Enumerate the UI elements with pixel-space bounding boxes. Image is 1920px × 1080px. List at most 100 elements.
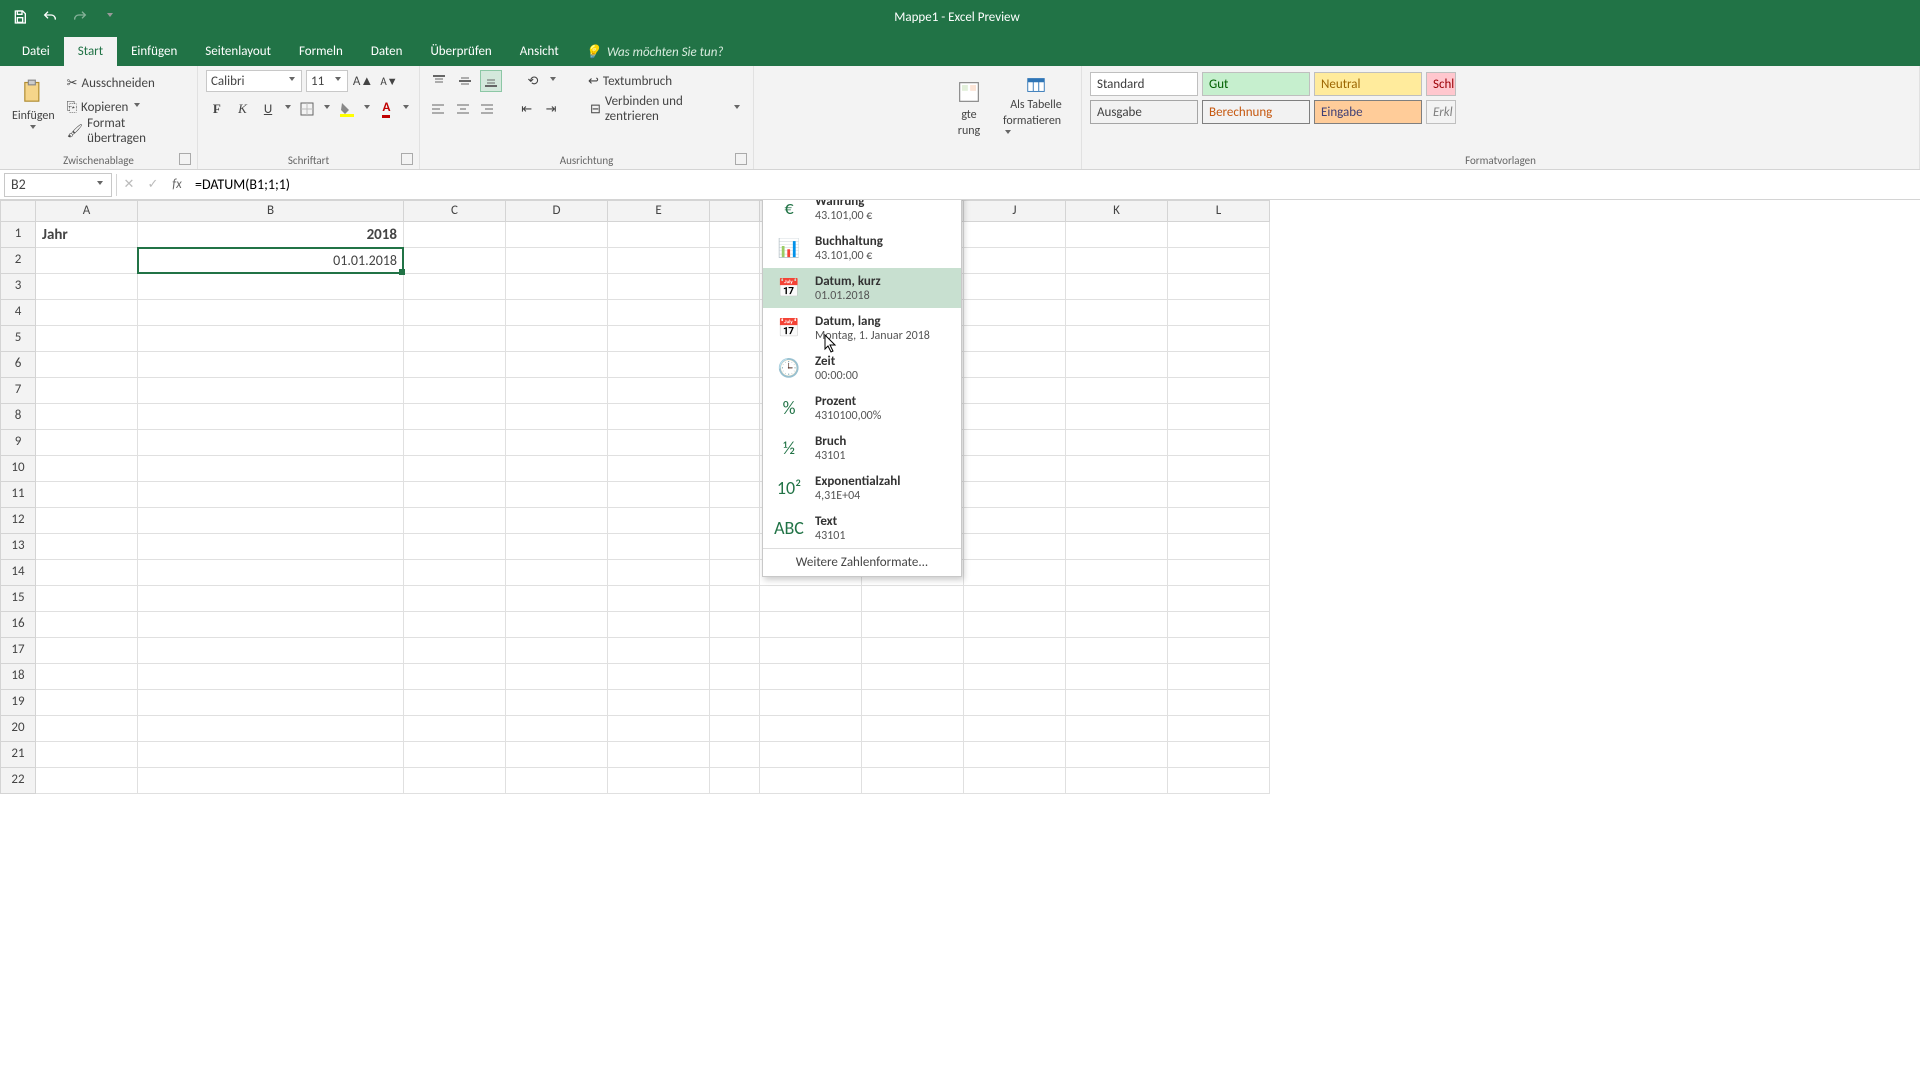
cell[interactable] (608, 404, 710, 430)
cell[interactable] (608, 222, 710, 248)
cell[interactable] (608, 482, 710, 508)
cell[interactable] (138, 690, 404, 716)
row-header[interactable]: 20 (0, 716, 36, 742)
cell[interactable] (760, 716, 862, 742)
cell[interactable] (138, 664, 404, 690)
cell[interactable] (36, 690, 138, 716)
cell[interactable] (506, 534, 608, 560)
row-header[interactable]: 3 (0, 274, 36, 300)
column-header[interactable]: L (1168, 200, 1270, 222)
cell[interactable] (138, 508, 404, 534)
cell[interactable] (1066, 716, 1168, 742)
cell[interactable] (608, 690, 710, 716)
cell[interactable] (608, 560, 710, 586)
cell[interactable] (1168, 612, 1270, 638)
cell[interactable] (36, 274, 138, 300)
cell[interactable] (608, 508, 710, 534)
cell[interactable] (760, 586, 862, 612)
cell[interactable] (1168, 378, 1270, 404)
cell[interactable] (710, 534, 760, 560)
font-size-combo[interactable]: 11 (306, 70, 348, 92)
select-all-corner[interactable] (0, 200, 36, 222)
cell[interactable]: Jahr (36, 222, 138, 248)
cell[interactable] (710, 664, 760, 690)
cell[interactable] (608, 456, 710, 482)
cell[interactable] (1066, 638, 1168, 664)
number-format-item-long-date[interactable]: 📅Datum, langMontag, 1. Januar 2018 (763, 308, 961, 348)
number-format-item-time[interactable]: 🕒Zeit00:00:00 (763, 348, 961, 388)
cell[interactable] (862, 664, 964, 690)
cell[interactable] (506, 638, 608, 664)
cell[interactable]: 2018 (138, 222, 404, 248)
row-header[interactable]: 10 (0, 456, 36, 482)
style-schlecht[interactable]: Schl (1426, 72, 1456, 96)
tab-insert[interactable]: Einfügen (117, 37, 191, 66)
cell[interactable] (404, 586, 506, 612)
align-middle-button[interactable] (454, 70, 476, 92)
cell[interactable] (608, 326, 710, 352)
format-painter-button[interactable]: 🖌Format übertragen (63, 120, 189, 142)
cell[interactable] (1168, 430, 1270, 456)
font-color-button[interactable]: A (376, 98, 398, 120)
cell[interactable] (964, 638, 1066, 664)
undo-icon[interactable] (38, 5, 62, 29)
number-format-item-percent[interactable]: %Prozent4310100,00% (763, 388, 961, 428)
cell[interactable] (404, 638, 506, 664)
cell[interactable] (1168, 300, 1270, 326)
cell[interactable] (608, 768, 710, 794)
cell[interactable] (608, 586, 710, 612)
tell-me[interactable]: 💡 Was möchten Sie tun? (573, 39, 736, 66)
name-box[interactable]: B2 (4, 173, 112, 197)
number-format-item-currency[interactable]: €Währung43.101,00 € (763, 200, 961, 228)
dialog-launcher-icon[interactable] (401, 153, 413, 165)
cell[interactable] (710, 716, 760, 742)
dialog-launcher-icon[interactable] (735, 153, 747, 165)
cell[interactable] (964, 586, 1066, 612)
cell[interactable] (710, 690, 760, 716)
cell[interactable] (1168, 560, 1270, 586)
cell[interactable] (608, 612, 710, 638)
cell[interactable] (506, 742, 608, 768)
cell[interactable] (404, 456, 506, 482)
cell[interactable] (1168, 534, 1270, 560)
cell[interactable] (506, 690, 608, 716)
cell[interactable] (710, 482, 760, 508)
cell[interactable] (1168, 664, 1270, 690)
cell[interactable] (964, 274, 1066, 300)
increase-indent-button[interactable]: ⇥ (541, 98, 561, 120)
insert-function-button[interactable]: fx (165, 173, 189, 197)
cell[interactable] (760, 768, 862, 794)
style-eingabe[interactable]: Eingabe (1314, 100, 1422, 124)
cell[interactable] (760, 742, 862, 768)
row-header[interactable]: 11 (0, 482, 36, 508)
cell[interactable] (964, 768, 1066, 794)
cell[interactable] (506, 456, 608, 482)
cell[interactable] (862, 716, 964, 742)
cell[interactable] (138, 326, 404, 352)
cancel-formula-button[interactable]: ✕ (117, 173, 141, 197)
cell[interactable] (1168, 768, 1270, 794)
cell[interactable] (964, 560, 1066, 586)
cell[interactable] (964, 326, 1066, 352)
cell[interactable] (506, 352, 608, 378)
cell[interactable] (608, 248, 710, 274)
cell[interactable] (1168, 326, 1270, 352)
cell[interactable] (1066, 534, 1168, 560)
cell[interactable] (1168, 716, 1270, 742)
cell[interactable] (506, 586, 608, 612)
cell[interactable] (36, 326, 138, 352)
cell[interactable] (710, 638, 760, 664)
cell[interactable] (1066, 612, 1168, 638)
row-header[interactable]: 16 (0, 612, 36, 638)
decrease-font-button[interactable]: A▼ (378, 70, 400, 92)
column-header[interactable]: C (404, 200, 506, 222)
format-as-table-button[interactable]: Als Tabelle formatieren (999, 72, 1073, 144)
cell[interactable] (36, 430, 138, 456)
cell[interactable] (404, 222, 506, 248)
number-format-item-text[interactable]: ABCText43101 (763, 508, 961, 548)
cell[interactable] (506, 508, 608, 534)
cell[interactable] (1066, 378, 1168, 404)
cell[interactable] (36, 612, 138, 638)
cell[interactable] (1066, 482, 1168, 508)
style-gut[interactable]: Gut (1202, 72, 1310, 96)
